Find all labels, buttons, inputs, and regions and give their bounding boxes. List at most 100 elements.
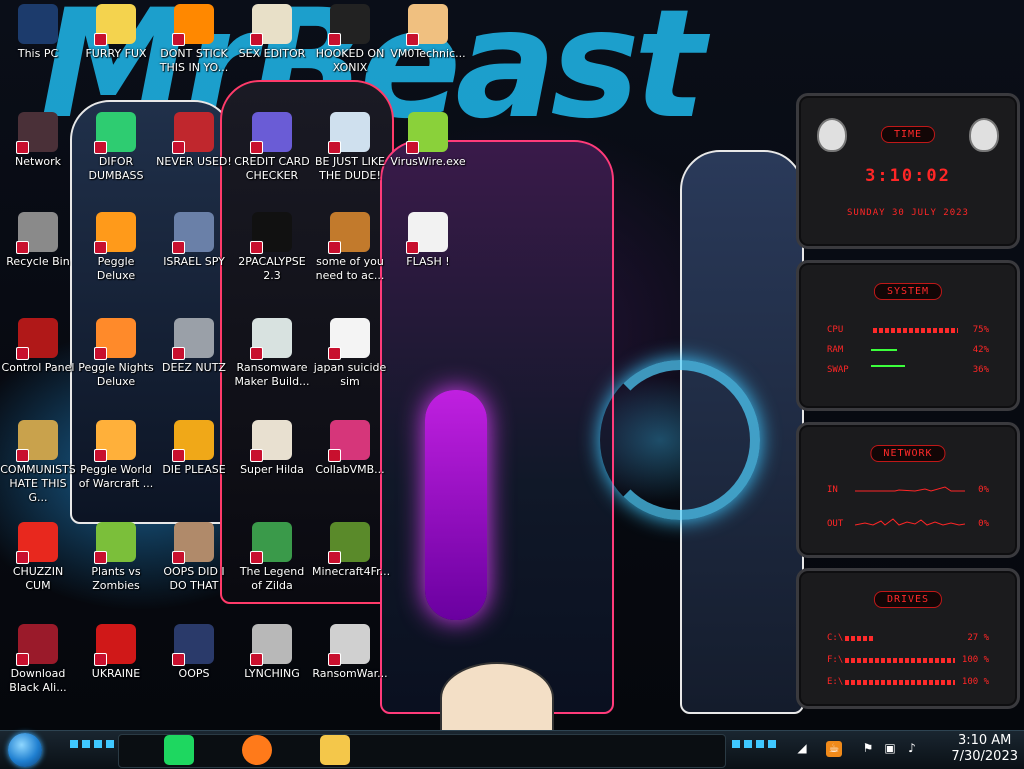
desktop-icon[interactable]: OOPS DID I DO THAT <box>156 522 232 593</box>
shortcut-overlay-icon <box>328 347 341 360</box>
app-window-icon <box>250 318 292 360</box>
desktop-icon[interactable]: Ransomware Maker Build... <box>234 318 310 389</box>
desktop-icon-label: some of you need to ac... <box>315 255 385 282</box>
desktop-icon[interactable]: DEEZ NUTZ <box>156 318 232 375</box>
desktop[interactable]: MrBeast This PC FURRY FUX DONT STICK THIS … <box>0 0 1024 730</box>
desktop-icon[interactable]: This PC <box>0 4 76 61</box>
desktop-icon[interactable]: Download Black Ali... <box>0 624 76 695</box>
desktop-icon[interactable]: OOPS <box>156 624 232 681</box>
shortcut-overlay-icon <box>250 141 263 154</box>
drive-f-bar <box>845 658 955 663</box>
portrait-icon <box>172 522 214 564</box>
desktop-icon-label: UKRAINE <box>91 667 141 680</box>
desktop-icon[interactable]: NEVER USED! <box>156 112 232 169</box>
control-panel-icon <box>16 318 58 360</box>
desktop-icon[interactable]: Super Hilda <box>234 420 310 477</box>
spotify-like-icon <box>94 112 136 154</box>
desktop-icon[interactable]: RansomWar... <box>312 624 388 681</box>
network-tag: NETWORK <box>870 445 946 462</box>
desktop-icon[interactable]: LYNCHING <box>234 624 310 681</box>
plant-icon <box>94 522 136 564</box>
show-hidden-icons-icon[interactable]: ◢ <box>794 741 810 757</box>
desktop-icon[interactable]: CHUZZIN CUM <box>0 522 76 593</box>
desktop-icon[interactable]: Network <box>0 112 76 169</box>
desktop-icon[interactable]: some of you need to ac... <box>312 212 388 283</box>
java-icon[interactable]: ☕ <box>826 741 842 757</box>
system-tag: SYSTEM <box>873 283 943 300</box>
shortcut-overlay-icon <box>94 141 107 154</box>
file-explorer-icon[interactable] <box>320 735 350 765</box>
gadget-system-panel[interactable]: SYSTEM CPU 75% RAM 42% SWAP 36% <box>796 260 1020 411</box>
desktop-icon[interactable]: BE JUST LIKE THE DUDE! <box>312 112 388 183</box>
desktop-icon[interactable]: 2PACALYPSE 2.3 <box>234 212 310 283</box>
shortcut-overlay-icon <box>328 449 341 462</box>
security-flag-icon[interactable]: ⚑ <box>860 741 876 757</box>
desktop-icon[interactable]: Peggle Deluxe <box>78 212 154 283</box>
shortcut-overlay-icon <box>328 551 341 564</box>
desktop-icon-label: DEEZ NUTZ <box>162 361 226 374</box>
ram-value: 42% <box>972 345 989 355</box>
desktop-icon-label: Plants vs Zombies <box>91 565 141 592</box>
desktop-icon-label: DONT STICK THIS IN YO... <box>159 47 229 74</box>
desktop-icon[interactable]: Recycle Bin <box>0 212 76 269</box>
drive-e-bar <box>845 680 955 685</box>
desktop-icon-label: OOPS DID I DO THAT <box>163 565 225 592</box>
desktop-icon[interactable]: The Legend of Zilda <box>234 522 310 593</box>
gadget-network-panel[interactable]: NETWORK IN 0% OUT 0% <box>796 422 1020 558</box>
shortcut-overlay-icon <box>16 141 29 154</box>
desktop-icon[interactable]: CollabVMB... <box>312 420 388 477</box>
spotify-icon[interactable] <box>164 735 194 765</box>
desktop-icon[interactable]: Plants vs Zombies <box>78 522 154 593</box>
desktop-icon[interactable]: VM0Technic... <box>390 4 466 61</box>
shortcut-overlay-icon <box>172 241 185 254</box>
desktop-icon[interactable]: HOOKED ON XONIX <box>312 4 388 75</box>
swap-label: SWAP <box>827 365 849 375</box>
alien-logo-right-icon <box>969 118 999 152</box>
shortcut-overlay-icon <box>406 33 419 46</box>
shortcut-overlay-icon <box>94 347 107 360</box>
desktop-icon[interactable]: VirusWire.exe <box>390 112 466 169</box>
desktop-icon[interactable]: FLASH ! <box>390 212 466 269</box>
desktop-icon-label: DIFOR DUMBASS <box>88 155 144 182</box>
desktop-icon[interactable]: DIFOR DUMBASS <box>78 112 154 183</box>
gadget-drives-panel[interactable]: DRIVES C:\ 27 % F:\ 100 % E:\ 100 % <box>796 568 1020 709</box>
desktop-icon[interactable]: CREDIT CARD CHECKER <box>234 112 310 183</box>
volume-icon[interactable]: ♪ <box>904 741 920 757</box>
shortcut-overlay-icon <box>250 449 263 462</box>
desktop-icon[interactable]: Peggle World of Warcraft ... <box>78 420 154 491</box>
desktop-icon[interactable]: UKRAINE <box>78 624 154 681</box>
shortcut-overlay-icon <box>172 653 185 666</box>
doctor-icon <box>406 4 448 46</box>
shortcut-overlay-icon <box>16 653 29 666</box>
desktop-icon[interactable]: SEX EDITOR <box>234 4 310 61</box>
shortcut-overlay-icon <box>94 551 107 564</box>
network-in-value: 0% <box>978 485 989 495</box>
taskbar-clock[interactable]: 3:10 AM 7/30/2023 <box>951 733 1018 765</box>
cpu-bar <box>873 328 958 333</box>
desktop-icon[interactable]: DIE PLEASE <box>156 420 232 477</box>
network-status-icon[interactable]: ▣ <box>882 741 898 757</box>
desktop-icon[interactable]: DONT STICK THIS IN YO... <box>156 4 232 75</box>
taskbar-decoration-right <box>732 740 776 748</box>
desktop-icon[interactable]: Minecraft4Fr... <box>312 522 390 579</box>
card-icon <box>250 112 292 154</box>
desktop-icon[interactable]: COMMUNISTS HATE THIS G... <box>0 420 76 505</box>
desktop-icon[interactable]: Peggle Nights Deluxe <box>78 318 154 389</box>
network-folder-icon <box>172 212 214 254</box>
desktop-icon-label: ISRAEL SPY <box>163 255 225 268</box>
desktop-icon-label: Peggle World of Warcraft ... <box>78 463 154 490</box>
firefox-icon[interactable] <box>242 735 272 765</box>
gadget-time-panel[interactable]: TIME 3:10:02 SUNDAY 30 JULY 2023 <box>796 93 1020 249</box>
network-icon <box>16 112 58 154</box>
desktop-icon[interactable]: FURRY FUX <box>78 4 154 61</box>
desktop-icon-label: Ransomware Maker Build... <box>234 361 310 388</box>
desktop-icon-label: Download Black Ali... <box>9 667 67 694</box>
desktop-icon-label: The Legend of Zilda <box>239 565 305 592</box>
desktop-icon[interactable]: japan suicide sim <box>312 318 388 389</box>
shortcut-overlay-icon <box>94 653 107 666</box>
desktop-icon-label: CHUZZIN CUM <box>12 565 64 592</box>
start-button[interactable] <box>8 733 42 767</box>
desktop-icon[interactable]: ISRAEL SPY <box>156 212 232 269</box>
drive-e-value: 100 % <box>961 677 989 687</box>
desktop-icon[interactable]: Control Panel <box>0 318 76 375</box>
